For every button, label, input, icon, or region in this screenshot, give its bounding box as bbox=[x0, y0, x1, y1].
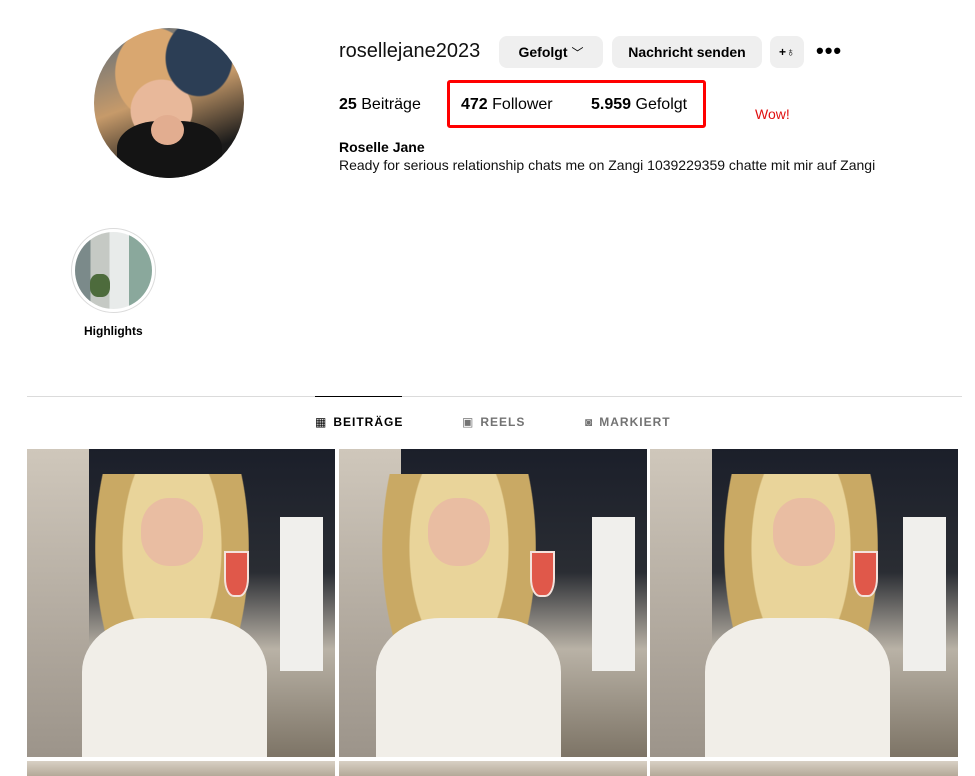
tab-reels-label: REELS bbox=[480, 415, 526, 429]
photo-glass bbox=[853, 550, 878, 597]
annotation-red-box bbox=[447, 80, 706, 128]
photo-jacket bbox=[705, 618, 891, 757]
post-thumbnail[interactable] bbox=[650, 449, 958, 757]
post-thumbnail[interactable] bbox=[27, 449, 335, 757]
profile-bio: Ready for serious relationship chats me … bbox=[339, 157, 876, 173]
profile-full-name: Roselle Jane bbox=[339, 139, 425, 155]
following-label: Gefolgt bbox=[518, 44, 568, 60]
post-thumbnail[interactable] bbox=[339, 449, 647, 757]
tab-reels[interactable]: ▣ REELS bbox=[462, 415, 525, 429]
add-user-icon: +♁ bbox=[778, 45, 795, 59]
profile-username: rosellejane2023 bbox=[339, 40, 481, 62]
tab-posts-label: BEITRÄGE bbox=[333, 415, 404, 429]
photo-curtain bbox=[591, 516, 635, 671]
tagged-icon: ◙ bbox=[585, 415, 594, 429]
photo-wall bbox=[650, 449, 712, 757]
annotation-note: Wow! bbox=[755, 106, 790, 122]
tab-tagged-label: MARKIERT bbox=[599, 415, 671, 429]
photo-curtain bbox=[279, 516, 323, 671]
tabs-divider bbox=[27, 396, 962, 397]
avatar-skin bbox=[151, 115, 184, 145]
highlight-plant bbox=[90, 274, 110, 298]
highlight-item[interactable] bbox=[71, 228, 156, 313]
following-button[interactable]: Gefolgt ﹀ bbox=[499, 36, 603, 68]
posts-stat: 25 Beiträge bbox=[339, 96, 421, 114]
posts-count: 25 bbox=[339, 96, 357, 113]
add-user-button[interactable]: +♁ bbox=[770, 36, 804, 68]
chevron-down-icon: ﹀ bbox=[571, 45, 584, 60]
tab-tagged[interactable]: ◙ MARKIERT bbox=[585, 415, 671, 429]
post-thumbnail-partial[interactable] bbox=[339, 761, 647, 776]
highlight-label: Highlights bbox=[84, 324, 143, 338]
photo-glass bbox=[224, 550, 249, 597]
grid-icon: ▦ bbox=[315, 415, 328, 429]
post-thumbnail-partial[interactable] bbox=[27, 761, 335, 776]
photo-wall bbox=[27, 449, 89, 757]
active-tab-indicator bbox=[315, 396, 402, 397]
send-message-button[interactable]: Nachricht senden bbox=[612, 36, 762, 68]
tab-posts[interactable]: ▦ BEITRÄGE bbox=[315, 415, 403, 429]
posts-label: Beiträge bbox=[361, 96, 421, 113]
photo-jacket bbox=[375, 618, 561, 757]
reels-icon: ▣ bbox=[462, 415, 475, 429]
photo-glass bbox=[529, 550, 555, 597]
photo-face bbox=[773, 498, 835, 567]
photo-curtain bbox=[902, 516, 946, 671]
photo-face bbox=[428, 498, 490, 567]
profile-avatar[interactable] bbox=[94, 28, 244, 178]
post-thumbnail-partial[interactable] bbox=[650, 761, 958, 776]
photo-jacket bbox=[82, 618, 268, 757]
photo-face bbox=[140, 498, 203, 567]
highlight-thumbnail bbox=[75, 232, 152, 309]
more-options-icon[interactable]: ••• bbox=[816, 40, 842, 62]
